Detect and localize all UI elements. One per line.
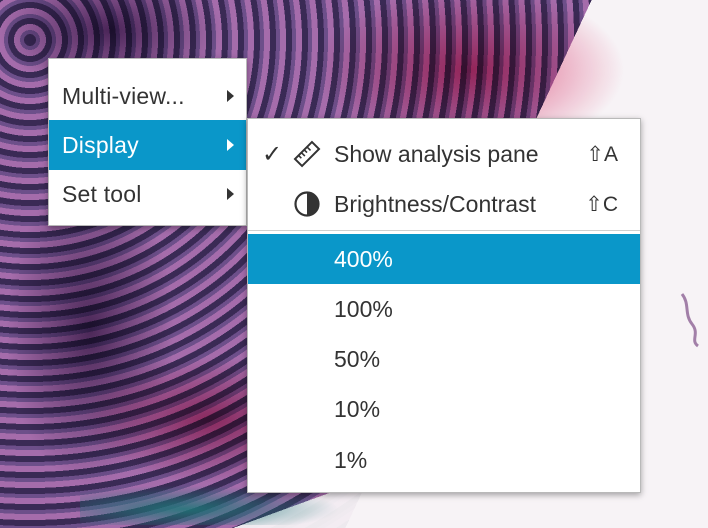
menu-separator — [248, 230, 640, 231]
shortcut-label: ⇧A — [586, 142, 618, 166]
menu-item-label: Display — [62, 131, 139, 158]
menu-item-label: Multi-view... — [62, 82, 185, 109]
tissue-fiber — [680, 293, 700, 348]
menu-item-brightness-contrast[interactable]: Brightness/Contrast ⇧C — [248, 179, 640, 229]
menu-item-zoom-400[interactable]: 400% — [248, 234, 640, 284]
display-submenu: ✓ Show analysis pane ⇧A Brightness/Contr… — [247, 118, 641, 493]
chevron-right-icon — [227, 139, 234, 151]
menu-item-label: Brightness/Contrast — [334, 190, 536, 217]
menu-item-label: Show analysis pane — [334, 140, 539, 167]
context-menu: Multi-view... Display Set tool — [48, 58, 247, 226]
menu-item-set-tool[interactable]: Set tool — [49, 169, 246, 219]
menu-item-zoom-10[interactable]: 10% — [248, 384, 640, 434]
menu-item-label: 50% — [334, 345, 381, 372]
menu-item-show-analysis-pane[interactable]: ✓ Show analysis pane ⇧A — [248, 129, 640, 179]
contrast-icon — [292, 189, 322, 219]
menu-item-label: 100% — [334, 295, 393, 322]
menu-item-label: 1% — [334, 446, 368, 473]
ruler-icon — [292, 139, 322, 169]
check-icon: ✓ — [261, 140, 283, 168]
menu-item-display[interactable]: Display — [49, 120, 246, 170]
chevron-right-icon — [227, 188, 234, 200]
chevron-right-icon — [227, 90, 234, 102]
menu-item-zoom-100[interactable]: 100% — [248, 284, 640, 334]
menu-item-multi-view[interactable]: Multi-view... — [49, 71, 246, 121]
menu-item-label: Set tool — [62, 180, 142, 207]
menu-item-label: 400% — [334, 245, 393, 272]
menu-item-label: 10% — [334, 395, 381, 422]
shortcut-label: ⇧C — [585, 192, 618, 216]
menu-item-zoom-50[interactable]: 50% — [248, 334, 640, 384]
menu-item-zoom-1[interactable]: 1% — [248, 435, 640, 485]
